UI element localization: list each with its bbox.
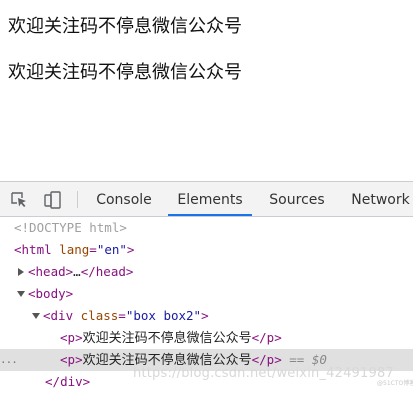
dom-row-html[interactable]: <html lang="en">	[0, 239, 413, 261]
collapse-triangle-icon[interactable]	[17, 291, 25, 297]
paragraph-1: 欢迎关注码不停息微信公众号	[8, 16, 242, 37]
devtools-toolbar: Console Elements Sources Network	[0, 182, 413, 217]
watermark-small: @51CTO博客	[377, 380, 413, 387]
dom-row-body[interactable]: <body>	[0, 283, 413, 305]
p1-element: <p>欢迎关注码不停息微信公众号</p>	[60, 330, 282, 346]
dom-row-doctype[interactable]: <!DOCTYPE html>	[0, 217, 413, 239]
paragraph-2: 欢迎关注码不停息微信公众号	[8, 62, 242, 83]
watermark-url: https://blog.csdn.net/weixin_42491987	[133, 366, 394, 381]
tab-network[interactable]: Network	[343, 182, 413, 216]
div-open-tag: <div class="box box2">	[43, 308, 209, 323]
dom-row-div[interactable]: <div class="box box2">	[0, 305, 413, 327]
tab-console[interactable]: Console	[86, 182, 162, 216]
tab-sources[interactable]: Sources	[262, 182, 332, 216]
collapse-triangle-icon[interactable]	[32, 313, 40, 319]
body-open-tag: <body>	[28, 286, 74, 301]
div-close-tag: </div>	[45, 374, 91, 389]
head-collapsed-tag: <head>…</head>	[28, 264, 134, 279]
html-open-tag: <html lang="en">	[14, 242, 135, 257]
expand-triangle-icon[interactable]	[18, 268, 24, 276]
tab-elements[interactable]: Elements	[168, 182, 252, 216]
toolbar-divider	[77, 191, 78, 208]
dom-row-head[interactable]: <head>…</head>	[0, 261, 413, 283]
inspect-element-icon[interactable]	[9, 190, 29, 210]
doctype-text: <!DOCTYPE html>	[14, 220, 127, 235]
device-toolbar-icon[interactable]	[42, 190, 62, 210]
devtools-panel: Console Elements Sources Network <!DOCTY…	[0, 181, 413, 395]
selected-ref-marker: == $0	[289, 352, 327, 367]
row-options-dots[interactable]: ...	[0, 349, 18, 371]
dom-row-p1[interactable]: <p>欢迎关注码不停息微信公众号</p>	[0, 327, 413, 349]
page-viewport: 欢迎关注码不停息微信公众号 欢迎关注码不停息微信公众号	[0, 0, 413, 181]
